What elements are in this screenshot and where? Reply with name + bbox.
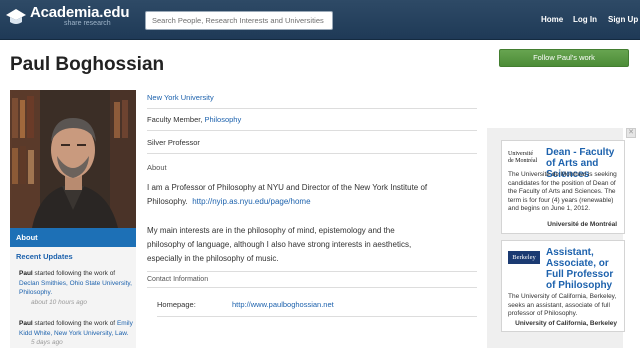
profile-photo [10,90,136,228]
logo-line: Université [508,151,533,157]
ad-institution: University of California, Berkeley [515,320,617,327]
bio-paragraph: I am a Professor of Philosophy at NYU an… [147,181,477,209]
update-link[interactable]: Declan Smithies, Ohio State University, … [19,280,132,297]
job-ad-card[interactable]: Berkeley Assistant, Associate, or Full P… [501,240,625,332]
ad-title[interactable]: Assistant, Associate, or Full Professor … [546,247,624,291]
divider [147,153,477,154]
ad-description: The University of California, Berkeley, … [508,293,617,317]
profile-photo-image [10,90,136,228]
update-item: Paul started following the work of Emily… [19,319,134,348]
job-ad-card[interactable]: Université de Montréal Dean - Faculty of… [501,140,625,234]
homepage-url[interactable]: http://www.paulboghossian.net [232,300,334,309]
university-row: New York University [147,93,477,102]
university-link[interactable]: New York University [147,93,214,102]
update-time: about 10 hours ago [31,298,88,306]
ad-institution: Université de Montréal [547,221,617,228]
bio-line: Philosophy. http://nyip.as.nyu.edu/page/… [147,195,477,209]
home-link[interactable]: Home [541,15,563,24]
interests-line: philosophy of language, although I also … [147,240,412,249]
recent-updates-panel: Recent Updates Paul started following th… [10,247,136,348]
scroll-arrow-icon[interactable]: ✕ [626,128,636,138]
homepage-link[interactable]: http://www.paulboghossian.net [232,300,432,309]
update-actor[interactable]: Paul [19,320,33,327]
login-link[interactable]: Log In [573,15,597,24]
position-row: Faculty Member, Philosophy [147,115,477,124]
divider [147,271,477,272]
logo-line: de Montréal [508,157,538,164]
tab-about[interactable]: About [10,228,136,247]
academia-logo-icon [6,9,26,24]
ad-description: The Université de Montréal is seeking ca… [508,171,617,212]
bio-link[interactable]: http://nyip.as.nyu.edu/page/home [192,197,310,206]
berkeley-logo: Berkeley [508,251,540,264]
recent-updates-title[interactable]: Recent Updates [16,252,73,261]
title-row: Silver Professor [147,138,200,147]
follow-button[interactable]: Follow Paul's work [499,49,629,67]
universite-de-montreal-logo: Université de Montréal [508,151,537,164]
interests-line: especially in the philosophy of music. [147,254,279,263]
bio-line-prefix: Philosophy. [147,197,188,206]
department-link[interactable]: Philosophy [205,115,242,124]
update-actor[interactable]: Paul [19,270,33,277]
signup-link[interactable]: Sign Up [608,15,638,24]
update-text: started following the work of [34,320,116,327]
contact-heading: Contact Information [147,276,209,283]
profile-name: Paul Boghossian [10,54,165,75]
berkeley-logo-text: Berkeley [512,254,536,261]
divider [147,130,477,131]
logo-tagline: share research [64,20,111,27]
divider [157,316,477,317]
divider [147,108,477,109]
search-input[interactable] [145,11,333,30]
position-prefix: Faculty Member, [147,115,203,124]
update-time: 5 days ago [31,339,63,346]
update-text: started following the work of [34,270,116,277]
about-heading: About [147,163,167,172]
divider [147,287,477,288]
top-navigation-bar: Academia.edu share research Home Log In … [0,0,640,40]
interests-line: My main interests are in the philosophy … [147,226,395,235]
interests-paragraph: My main interests are in the philosophy … [147,224,477,266]
bio-line: I am a Professor of Philosophy at NYU an… [147,183,428,192]
update-item: Paul started following the work of Decla… [19,269,134,307]
